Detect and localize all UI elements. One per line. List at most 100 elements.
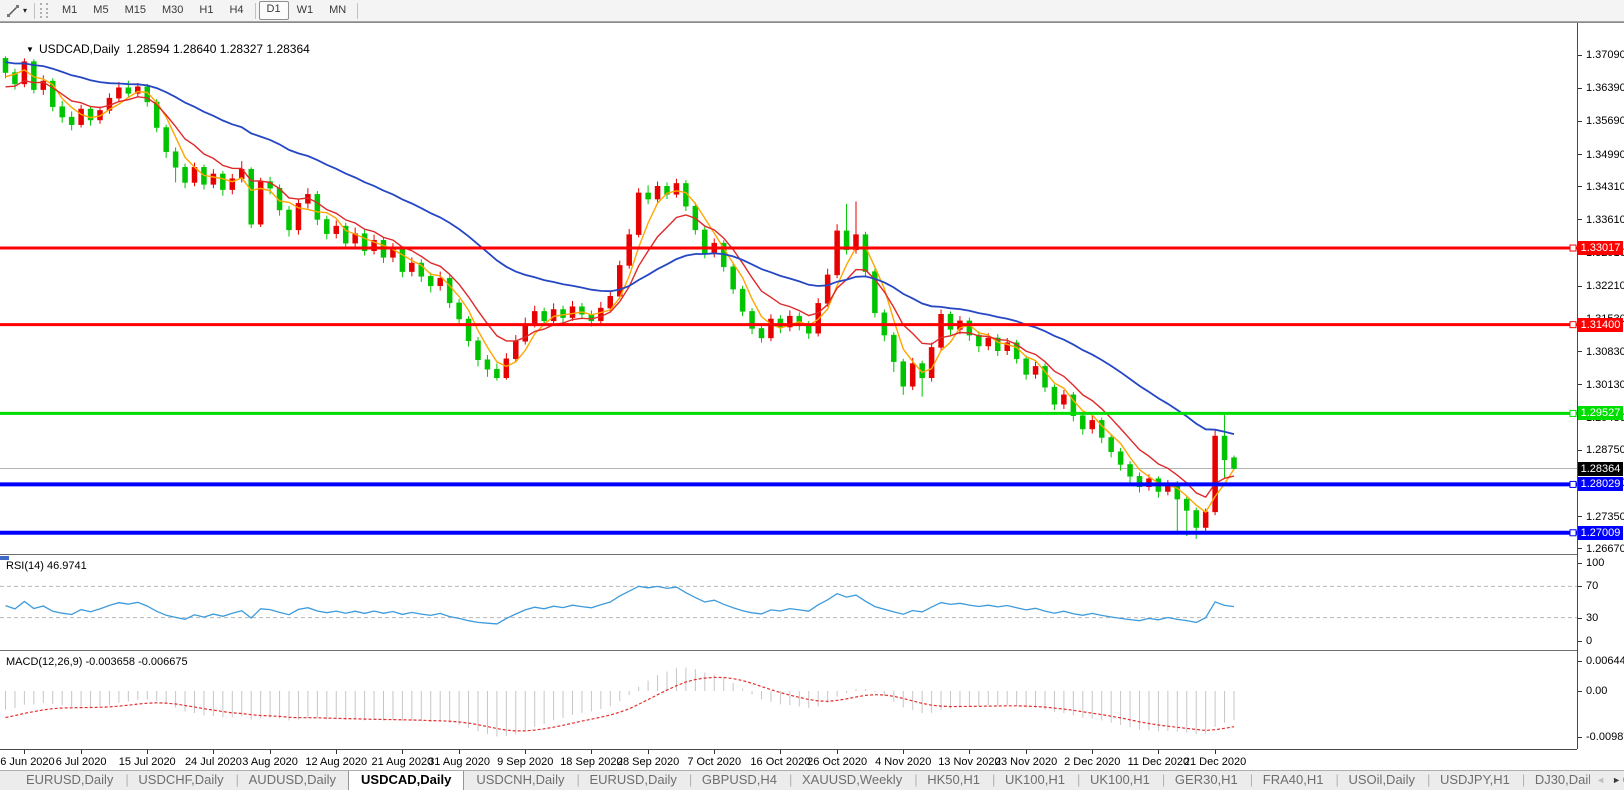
tab-scroll-right-icon[interactable]: ► [1612, 771, 1621, 790]
main-price-pane[interactable] [0, 23, 1577, 554]
price-tick-label: 1.30130 [1586, 379, 1624, 391]
level-line-anchor [1570, 481, 1576, 487]
date-tick [591, 750, 592, 754]
price-tick [1578, 516, 1582, 517]
toolbar-separator [34, 3, 35, 19]
date-tick [402, 750, 403, 754]
date-tick-label: 15 Jul 2020 [111, 756, 183, 768]
chart-ohlc-readout: 1.28594 1.28640 1.28327 1.28364 [126, 42, 310, 56]
macd-indicator-pane[interactable] [0, 652, 1577, 749]
price-tick-label: 1.37090 [1586, 49, 1624, 61]
rsi-scale-tick [1578, 586, 1582, 587]
chart-tab-USDCAD-Daily[interactable]: USDCAD,Daily [348, 771, 464, 790]
chart-tab-FRA40-H1[interactable]: FRA40,H1 [1251, 771, 1336, 790]
date-tick-label: 6 Jul 2020 [45, 756, 117, 768]
toolbar-grip-handle[interactable] [40, 3, 48, 18]
date-tick-label: 26 Oct 2020 [801, 756, 873, 768]
caret-down-icon[interactable]: ▾ [23, 6, 27, 15]
chart-tab-XAUUSD-Weekly[interactable]: XAUUSD,Weekly [790, 771, 914, 790]
date-tick-label: 23 Nov 2020 [990, 756, 1062, 768]
level-price-badge: 1.29527 [1578, 406, 1623, 420]
level-line-anchor [1570, 322, 1576, 328]
price-tick [1578, 548, 1582, 549]
date-tick-label: 9 Sep 2020 [489, 756, 561, 768]
date-tick [837, 750, 838, 754]
timeframe-button-D1[interactable]: D1 [259, 1, 289, 20]
date-tick-label: 31 Aug 2020 [423, 756, 495, 768]
timeframe-button-H4[interactable]: H4 [221, 2, 251, 19]
tab-bar-spacer [0, 771, 14, 790]
price-tick [1578, 121, 1582, 122]
date-tick [270, 750, 271, 754]
price-tick [1578, 219, 1582, 220]
macd-scale-tick [1578, 661, 1582, 662]
timeframe-button-MN[interactable]: MN [321, 2, 354, 19]
chart-tab-USOil-Daily[interactable]: USOil,Daily [1337, 771, 1427, 790]
date-tick [1158, 750, 1159, 754]
rsi-scale-label: 0 [1586, 635, 1592, 647]
rsi-scale-label: 100 [1586, 557, 1604, 569]
date-tick [780, 750, 781, 754]
rsi-line [6, 586, 1235, 624]
price-tick-label: 1.26670 [1586, 543, 1624, 555]
price-tick-label: 1.33610 [1586, 214, 1624, 226]
date-tick [1092, 750, 1093, 754]
date-tick [969, 750, 970, 754]
chart-tab-USDJPY-H1[interactable]: USDJPY,H1 [1428, 771, 1522, 790]
timeframe-button-M15[interactable]: M15 [117, 2, 154, 19]
price-axis[interactable]: 1.370901.363901.356901.349901.343101.336… [1578, 23, 1624, 749]
tab-scroll-arrows: ◄► [1590, 771, 1621, 790]
crosshair-cursor-icon-svg [6, 4, 20, 18]
chart-tab-UK100-H1[interactable]: UK100,H1 [1078, 771, 1162, 790]
triangle-down-icon[interactable]: ▼ [26, 45, 34, 54]
price-tick-label: 1.34990 [1586, 149, 1624, 161]
date-tick-label: 21 Dec 2020 [1179, 756, 1251, 768]
rsi-pane-label: RSI(14) 46.9741 [6, 560, 87, 572]
chart-tab-GER30-H1[interactable]: GER30,H1 [1163, 771, 1250, 790]
chart-tab-EURUSD-Daily[interactable]: EURUSD,Daily [14, 771, 125, 790]
chart-tab-EURUSD-Daily[interactable]: EURUSD,Daily [577, 771, 688, 790]
chart-tab-UK100-H1[interactable]: UK100,H1 [993, 771, 1077, 790]
date-tick [648, 750, 649, 754]
price-tick [1578, 351, 1582, 352]
timeframe-button-W1[interactable]: W1 [289, 2, 322, 19]
date-tick [714, 750, 715, 754]
current-price-badge: 1.28364 [1578, 462, 1623, 476]
tab-scroll-left-icon[interactable]: ◄ [1596, 771, 1605, 790]
rsi-scale-tick [1578, 618, 1582, 619]
rsi-indicator-pane[interactable] [0, 556, 1577, 650]
price-tick-label: 1.28750 [1586, 444, 1624, 456]
date-axis[interactable]: 26 Jun 20206 Jul 202015 Jul 202024 Jul 2… [0, 749, 1577, 771]
chart-tab-USDCHF-Daily[interactable]: USDCHF,Daily [126, 771, 235, 790]
date-tick [1215, 750, 1216, 754]
timeframe-button-H1[interactable]: H1 [191, 2, 221, 19]
chart-tab-USDCNH-Daily[interactable]: USDCNH,Daily [464, 771, 576, 790]
timeframe-button-M5[interactable]: M5 [85, 2, 116, 19]
level-line-anchor [1570, 245, 1576, 251]
date-tick [903, 750, 904, 754]
chart-tab-GBPUSD-H4[interactable]: GBPUSD,H4 [690, 771, 789, 790]
level-line-anchor [1570, 410, 1576, 416]
macd-scale-tick [1578, 737, 1582, 738]
timeframe-button-M30[interactable]: M30 [154, 2, 191, 19]
date-tick [213, 750, 214, 754]
date-tick-label: 7 Oct 2020 [678, 756, 750, 768]
date-tick [459, 750, 460, 754]
level-line-anchor [1570, 530, 1576, 536]
timeframe-button-M1[interactable]: M1 [54, 2, 85, 19]
date-tick-label: 3 Aug 2020 [234, 756, 306, 768]
level-price-badge: 1.27009 [1578, 526, 1623, 540]
crosshair-cursor-icon[interactable] [4, 3, 22, 19]
date-tick [147, 750, 148, 754]
date-tick-label: 4 Nov 2020 [867, 756, 939, 768]
chart-tab-AUDUSD-Daily[interactable]: AUDUSD,Daily [237, 771, 348, 790]
date-tick [525, 750, 526, 754]
price-tick [1578, 186, 1582, 187]
macd-signal-line [6, 677, 1235, 731]
date-tick [24, 750, 25, 754]
chart-tab-HK50-H1[interactable]: HK50,H1 [915, 771, 992, 790]
rsi-scale-label: 30 [1586, 612, 1598, 624]
macd-scale-label: -0.009871 [1586, 731, 1624, 743]
macd-pane-label: MACD(12,26,9) -0.003658 -0.006675 [6, 656, 188, 668]
timeframe-buttons-group: M1M5M15M30H1H4 D1W1MN [54, 1, 361, 20]
